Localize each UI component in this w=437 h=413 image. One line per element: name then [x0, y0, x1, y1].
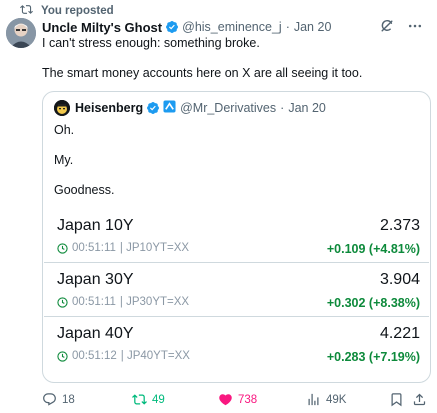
clock-icon	[57, 350, 68, 362]
quoted-tweet-date[interactable]: Jan 20	[288, 101, 326, 115]
clock-icon	[57, 296, 68, 308]
reply-count: 18	[62, 393, 75, 406]
quote-time: 00:51:11	[72, 242, 116, 254]
yield-change: +0.109 (+4.81%)	[326, 242, 420, 256]
quoted-tweet-text: Oh. My. Goodness.	[54, 123, 114, 198]
views-button[interactable]: 49K	[306, 392, 346, 407]
clock-icon	[57, 242, 68, 254]
bond-yield: 2.373	[379, 217, 420, 234]
tweet-header: Uncle Milty's Ghost @his_eminence_j · Ja…	[42, 18, 427, 36]
quoted-author-name[interactable]: Heisenberg	[75, 101, 143, 115]
bookmark-icon	[389, 392, 404, 407]
bond-quote-row: Japan 40Y 4.221 00:51:12 | JP40YT=XX +0.…	[44, 317, 429, 371]
bond-quote-row: Japan 30Y 3.904 00:51:11 | JP30YT=XX +0.…	[44, 263, 429, 317]
quoted-tweet-header: Heisenberg @Mr_Derivatives · Jan 20	[54, 100, 326, 116]
quote-time: 00:51:11	[72, 296, 116, 308]
author-name[interactable]: Uncle Milty's Ghost	[42, 20, 162, 35]
bond-meta: 00:51:12 | JP40YT=XX	[57, 350, 190, 362]
quote-ticker: | JP30YT=XX	[119, 296, 190, 308]
repost-button[interactable]: 49	[132, 392, 165, 407]
bond-quotes-table: Japan 10Y 2.373 00:51:11 | JP10YT=XX +0.…	[44, 209, 429, 371]
quote-ticker: | JP10YT=XX	[119, 242, 190, 254]
quoted-text-line: Goodness.	[54, 183, 115, 197]
like-button[interactable]: 738	[218, 392, 257, 407]
share-icon	[412, 392, 427, 407]
tweet-text: I can't stress enough: something broke. …	[42, 36, 425, 81]
header-actions	[379, 18, 423, 34]
views-icon	[306, 392, 321, 407]
bookmark-button[interactable]	[389, 392, 404, 407]
tweet-date[interactable]: Jan 20	[294, 20, 332, 34]
avatar[interactable]	[6, 18, 36, 48]
verified-badge-icon[interactable]	[165, 20, 179, 34]
reply-button[interactable]: 18	[42, 392, 75, 407]
yield-change: +0.283 (+7.19%)	[326, 350, 420, 364]
quoted-text-line: Oh.	[54, 123, 75, 137]
quoted-tweet[interactable]: Heisenberg @Mr_Derivatives · Jan 20 Oh. …	[42, 91, 431, 383]
bond-name: Japan 30Y	[57, 271, 134, 288]
quote-ticker: | JP40YT=XX	[120, 350, 190, 362]
repost-count: 49	[152, 393, 165, 406]
repost-icon	[132, 392, 147, 407]
separator-dot: ·	[280, 101, 285, 115]
like-count: 738	[238, 393, 258, 406]
bond-quote-row: Japan 10Y 2.373 00:51:11 | JP10YT=XX +0.…	[44, 209, 429, 263]
repost-icon	[20, 3, 33, 19]
bond-name: Japan 10Y	[57, 217, 134, 234]
bond-yield: 4.221	[379, 325, 420, 342]
bond-meta: 00:51:11 | JP30YT=XX	[57, 296, 189, 308]
tweet-text-line: The smart money accounts here on X are a…	[42, 66, 363, 80]
yield-change: +0.302 (+8.38%)	[326, 296, 420, 310]
separator-dot: ·	[285, 20, 290, 34]
affiliate-badge-icon[interactable]	[163, 100, 176, 116]
bond-yield: 3.904	[379, 271, 420, 288]
reply-icon	[42, 392, 57, 407]
bond-meta: 00:51:11 | JP10YT=XX	[57, 242, 189, 254]
quoted-avatar[interactable]	[54, 100, 70, 116]
tweet-text-line: I can't stress enough: something broke.	[42, 36, 260, 50]
share-button[interactable]	[412, 392, 427, 407]
quoted-text-line: My.	[54, 153, 74, 167]
more-icon[interactable]	[407, 18, 423, 34]
tweet-actions: 18 49 738 49K	[42, 392, 427, 410]
repost-banner: You reposted	[20, 4, 114, 18]
views-count: 49K	[326, 393, 347, 406]
author-handle[interactable]: @his_eminence_j	[182, 20, 282, 34]
grok-icon[interactable]	[379, 18, 395, 34]
quoted-author-handle[interactable]: @Mr_Derivatives	[180, 101, 276, 115]
repost-banner-text: You reposted	[41, 5, 114, 17]
heart-icon	[218, 392, 233, 407]
verified-badge-icon[interactable]	[146, 101, 160, 115]
quote-time: 00:51:12	[72, 350, 117, 362]
bond-name: Japan 40Y	[57, 325, 134, 342]
